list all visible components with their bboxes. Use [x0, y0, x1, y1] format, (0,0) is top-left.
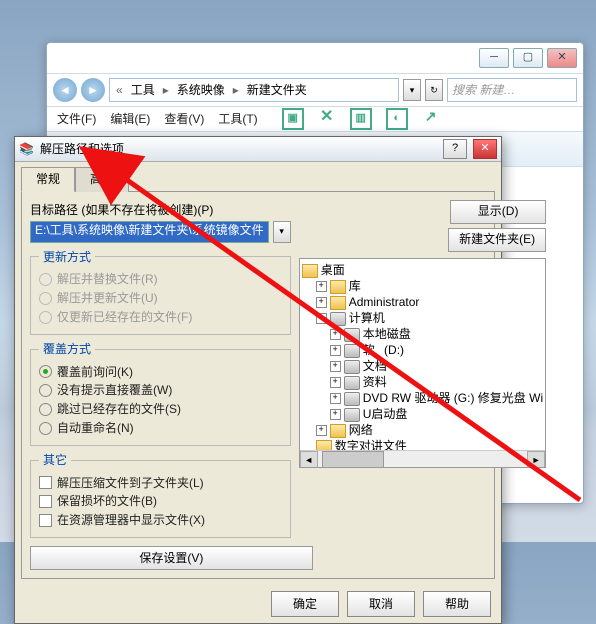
misc-group: 其它 解压压缩文件到子文件夹(L) 保留损坏的文件(B) 在资源管理器中显示文件…: [30, 452, 291, 538]
dialog-title: 解压路径和选项: [40, 141, 437, 158]
search-input[interactable]: 搜索 新建…: [447, 78, 577, 102]
tool-icon-3[interactable]: ▥: [350, 108, 372, 130]
address-bar[interactable]: « 工具▸ 系统映像▸ 新建文件夹: [109, 78, 399, 102]
update-group: 更新方式 解压并替换文件(R) 解压并更新文件(U) 仅更新已经存在的文件(F): [30, 249, 291, 335]
save-settings-button[interactable]: 保存设置(V): [30, 546, 313, 570]
tool-icon-1[interactable]: ▣: [282, 108, 304, 130]
network-icon: [330, 424, 346, 438]
path-dropdown[interactable]: ▾: [273, 221, 291, 243]
menu-file[interactable]: 文件(F): [57, 111, 96, 128]
dvd-icon: [344, 392, 360, 406]
radio-skip-existing[interactable]: 跳过已经存在的文件(S): [39, 401, 282, 418]
expand-icon[interactable]: +: [316, 281, 327, 292]
tab-advanced[interactable]: 高级: [75, 167, 129, 192]
computer-icon: [330, 312, 346, 326]
check-keep-broken[interactable]: 保留损坏的文件(B): [39, 493, 282, 510]
address-refresh-icon[interactable]: ↻: [425, 79, 443, 101]
dialog-help-icon[interactable]: ?: [443, 139, 467, 159]
winrar-icon: 📚: [19, 141, 34, 158]
breadcrumb[interactable]: 工具: [129, 82, 157, 99]
radio-extract-replace[interactable]: 解压并替换文件(R): [39, 271, 282, 288]
display-button[interactable]: 显示(D): [450, 200, 546, 224]
check-show-explorer[interactable]: 在资源管理器中显示文件(X): [39, 512, 282, 529]
tree-scrollbar[interactable]: ◄►: [300, 450, 545, 467]
tab-general[interactable]: 常规: [21, 167, 75, 192]
path-input[interactable]: E:\工具\系统映像\新建文件夹\系统镜像文件: [30, 221, 269, 243]
radio-overwrite-noask[interactable]: 没有提示直接覆盖(W): [39, 382, 282, 399]
check-subfolder[interactable]: 解压压缩文件到子文件夹(L): [39, 475, 282, 492]
tool-icon-2[interactable]: ✕: [318, 108, 336, 126]
breadcrumb[interactable]: 系统映像: [175, 82, 227, 99]
menu-edit[interactable]: 编辑(E): [110, 111, 150, 128]
explorer-minimize[interactable]: ─: [479, 48, 509, 68]
help-button[interactable]: 帮助: [423, 591, 491, 617]
address-dropdown[interactable]: ▾: [403, 79, 421, 101]
breadcrumb[interactable]: 新建文件夹: [245, 82, 309, 99]
ok-button[interactable]: 确定: [271, 591, 339, 617]
radio-extract-update[interactable]: 解压并更新文件(U): [39, 290, 282, 307]
explorer-maximize[interactable]: ▢: [513, 48, 543, 68]
nav-back-icon[interactable]: ◄: [53, 78, 77, 102]
radio-update-existing[interactable]: 仅更新已经存在的文件(F): [39, 309, 282, 326]
dialog-close[interactable]: ✕: [473, 139, 497, 159]
menu-tools[interactable]: 工具(T): [218, 111, 257, 128]
menu-view[interactable]: 查看(V): [164, 111, 204, 128]
tool-icon-5[interactable]: ↗: [422, 108, 440, 126]
extract-dialog: 📚 解压路径和选项 ? ✕ 常规 高级 目标路径 (如果不存在将被创建)(P) …: [14, 136, 502, 624]
radio-ask-before[interactable]: 覆盖前询问(K): [39, 364, 282, 381]
folder-tree[interactable]: 桌面 +库 +Administrator −计算机 +本地磁盘 +软 (D:) …: [299, 258, 546, 468]
path-label: 目标路径 (如果不存在将被创建)(P): [30, 202, 291, 219]
overwrite-group: 覆盖方式 覆盖前询问(K) 没有提示直接覆盖(W) 跳过已经存在的文件(S) 自…: [30, 341, 291, 446]
explorer-close[interactable]: ✕: [547, 48, 577, 68]
new-folder-button[interactable]: 新建文件夹(E): [448, 228, 546, 252]
nav-fwd-icon[interactable]: ►: [81, 78, 105, 102]
desktop-icon: [302, 264, 318, 278]
radio-auto-rename[interactable]: 自动重命名(N): [39, 420, 282, 437]
tool-icon-4[interactable]: ◐: [386, 108, 408, 130]
cancel-button[interactable]: 取消: [347, 591, 415, 617]
